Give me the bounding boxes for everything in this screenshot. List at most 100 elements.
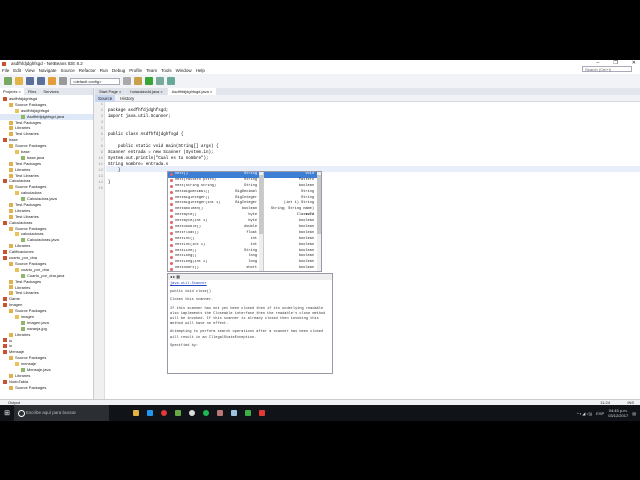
language-indicator[interactable]: ESP [596, 411, 604, 416]
line-number: 9 [100, 151, 103, 155]
java-file-icon [21, 114, 25, 119]
line-number: 1 [100, 103, 103, 107]
tab-asdfhfdjdghfsgd[interactable]: Asdfhfdjdghfsgd.java × [167, 88, 217, 95]
new-project-icon[interactable] [15, 77, 23, 85]
taskbar-search[interactable]: Escribe aquí para buscar [14, 405, 109, 421]
completion-list[interactable]: next() String next(Pattern pttrn) String nex… [168, 172, 264, 271]
config-select[interactable]: <default config> [70, 77, 120, 85]
menu-window[interactable]: Window [176, 68, 192, 73]
open-project-icon[interactable] [26, 77, 34, 85]
tray-icons[interactable]: ^ ▪ ◢ ◁)) [577, 411, 592, 416]
chrome-icon[interactable] [161, 410, 167, 416]
method-icon [170, 196, 173, 200]
notifications-icon[interactable]: ▤ [632, 411, 636, 416]
completion-item[interactable]: nextShort() short [168, 266, 263, 272]
code-line[interactable]: Scanner entrada = new Scanner (System.in… [108, 151, 214, 155]
folder-icon [9, 120, 13, 125]
skype-icon[interactable] [147, 410, 153, 416]
menu-file[interactable]: File [2, 68, 9, 73]
menu-tools[interactable]: Tools [161, 68, 172, 73]
javadoc-para2: Attempting to perform search operations … [170, 330, 324, 340]
redo-icon[interactable] [59, 77, 67, 85]
code-line[interactable]: public static void main(String[] args) { [108, 145, 219, 149]
method-icon [170, 214, 173, 218]
menu-profile[interactable]: Profile [129, 68, 142, 73]
clock[interactable]: 04:45 p.m. 03/12/2017 [608, 408, 628, 418]
tab-projects[interactable]: Projects × [0, 88, 24, 95]
completion-method: nextShort() [175, 266, 199, 271]
steam-icon[interactable] [189, 410, 195, 416]
method-icon [170, 261, 173, 265]
menu-run[interactable]: Run [100, 68, 108, 73]
method-icon [170, 191, 173, 195]
method-icon [170, 255, 173, 259]
tab-services[interactable]: Services [40, 88, 61, 95]
tab-files[interactable]: Files [25, 88, 39, 95]
folder-icon [9, 202, 13, 207]
close-button[interactable]: ✕ [632, 60, 636, 66]
clean-build-icon[interactable] [134, 77, 142, 85]
code-line[interactable]: } [108, 169, 121, 173]
red-app-icon[interactable] [259, 410, 265, 416]
debug-icon[interactable] [156, 77, 164, 85]
window-title: asdfhfdjdghfsgd - NetBeans IDE 8.2 [11, 61, 83, 66]
menu-help[interactable]: Help [196, 68, 205, 73]
tree-item-label: Source Packages [15, 143, 47, 149]
code-line[interactable]: public class Asdfhfdjdghfsgd { [108, 133, 183, 137]
run-icon[interactable] [145, 77, 153, 85]
windows-start-icon[interactable]: ⊞ [0, 409, 14, 417]
menu-team[interactable]: Team [146, 68, 157, 73]
menu-edit[interactable]: Edit [13, 68, 21, 73]
javadoc-class-link[interactable]: java.util.Scanner [170, 282, 207, 286]
completion-list-secondary[interactable]: void Pattern boolean String String (int i) St… [264, 172, 321, 271]
app-icon[interactable] [217, 410, 223, 416]
project-icon [3, 379, 7, 384]
code-line[interactable]: package asdfhfdjdghfsgd; [108, 109, 168, 113]
javadoc-signature: public void close() [170, 290, 211, 295]
menu-view[interactable]: View [25, 68, 35, 73]
line-number: 13 [98, 175, 103, 179]
javadoc-summary: Closes this scanner. [170, 298, 214, 303]
menu-refactor[interactable]: Refactor [79, 68, 96, 73]
search-input[interactable]: Search (Ctrl+I) [582, 66, 632, 72]
code-line[interactable]: System.out.println("Cual es tu nombre"); [108, 157, 209, 161]
folder-icon [9, 132, 13, 137]
profile-icon[interactable] [167, 77, 175, 85]
folder-icon [9, 373, 13, 378]
folder-icon [9, 102, 13, 107]
method-icon [170, 173, 173, 177]
javadoc-para1: If this scanner has not yet been closed … [170, 306, 326, 327]
code-line[interactable]: import java.util.Scanner; [108, 115, 171, 119]
new-file-icon[interactable] [4, 77, 12, 85]
method-icon [170, 179, 173, 183]
folder-icon [9, 356, 13, 361]
menu-bar: File Edit View Navigate Source Refactor Run Deb… [0, 67, 640, 74]
folder-icon [9, 208, 13, 213]
undo-icon[interactable] [48, 77, 56, 85]
minecraft-icon[interactable] [175, 410, 181, 416]
file-explorer-icon[interactable] [133, 410, 139, 416]
method-icon [170, 232, 173, 236]
line-number: 2 [100, 109, 103, 113]
folder-icon [9, 261, 13, 266]
menu-source[interactable]: Source [60, 68, 74, 73]
tree-item[interactable]: Source Packages [0, 385, 93, 391]
java-file-icon [21, 320, 25, 325]
codeblocks-icon[interactable] [245, 410, 251, 416]
source-button[interactable]: Source [95, 94, 116, 102]
code-line[interactable]: } [108, 181, 111, 185]
spotify-icon[interactable] [203, 410, 209, 416]
netbeans-taskbar-icon[interactable] [231, 410, 237, 416]
code-line[interactable]: String nombre= entrada.s [108, 163, 168, 167]
java-file-icon [21, 197, 25, 202]
line-number: 10 [98, 157, 103, 161]
menu-debug[interactable]: Debug [112, 68, 125, 73]
save-all-icon[interactable] [37, 77, 45, 85]
build-icon[interactable] [123, 77, 131, 85]
history-button[interactable]: History [117, 95, 137, 102]
package-icon [15, 314, 19, 319]
completion-item-secondary[interactable]: boolean [264, 266, 321, 272]
project-icon [3, 250, 7, 255]
menu-navigate[interactable]: Navigate [39, 68, 57, 73]
folder-icon [9, 173, 13, 178]
